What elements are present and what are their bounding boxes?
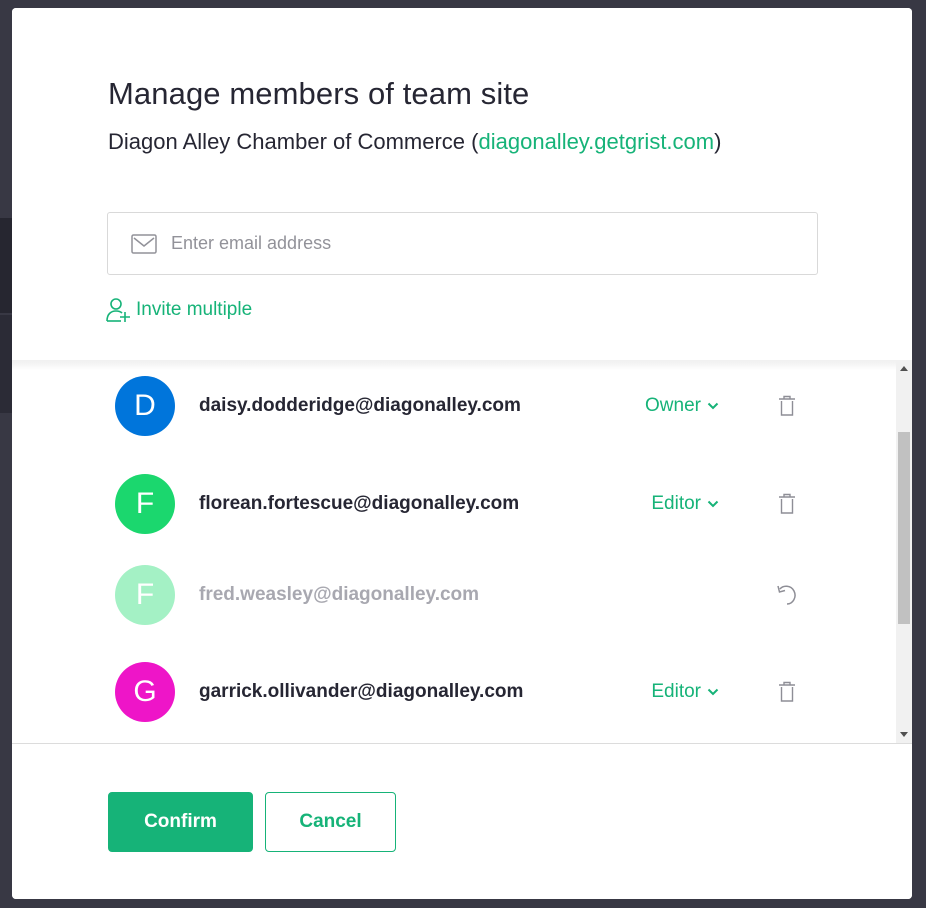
dialog-subtitle: Diagon Alley Chamber of Commerce (diagon… [108, 129, 721, 155]
member-row: F florean.fortescue@diagonalley.com Edit… [12, 464, 896, 544]
member-email: daisy.dodderidge@diagonalley.com [199, 395, 521, 416]
manage-members-dialog: Manage members of team site Diagon Alley… [12, 8, 912, 899]
mail-icon [131, 233, 157, 254]
org-name: Diagon Alley Chamber of Commerce [108, 129, 466, 154]
avatar: G [115, 662, 175, 722]
background-app-panel [0, 315, 12, 413]
member-email: fred.weasley@diagonalley.com [199, 584, 480, 605]
trash-icon[interactable] [777, 681, 797, 703]
email-input[interactable] [171, 233, 771, 254]
chevron-down-icon [707, 402, 719, 410]
role-label: Editor [651, 681, 701, 702]
invite-multiple-link[interactable]: Invite multiple [106, 297, 252, 323]
cancel-button[interactable]: Cancel [265, 792, 396, 852]
member-row: F fred.weasley@diagonalley.com [12, 555, 896, 635]
chevron-down-icon [707, 500, 719, 508]
paren-open: ( [465, 129, 479, 154]
trash-icon[interactable] [777, 493, 797, 515]
member-email: florean.fortescue@diagonalley.com [199, 493, 520, 514]
undo-icon[interactable] [775, 583, 799, 607]
chevron-down-icon [707, 688, 719, 696]
members-list: D daisy.dodderidge@diagonalley.com Owner… [12, 360, 912, 743]
dialog-footer: Confirm Cancel [12, 743, 912, 899]
scroll-down-arrow-icon[interactable] [900, 732, 908, 737]
background-app-panel [0, 218, 12, 313]
dialog-title: Manage members of team site [108, 76, 530, 111]
role-dropdown[interactable]: Editor [651, 681, 719, 703]
role-label: Owner [645, 395, 701, 416]
avatar: F [115, 565, 175, 625]
dialog-header: Manage members of team site Diagon Alley… [12, 8, 912, 360]
site-link[interactable]: diagonalley.getgrist.com [479, 129, 715, 154]
scroll-up-arrow-icon[interactable] [900, 366, 908, 371]
email-input-container[interactable] [107, 212, 818, 275]
avatar: F [115, 474, 175, 534]
role-label: Editor [651, 493, 701, 514]
member-email: garrick.ollivander@diagonalley.com [199, 681, 524, 702]
avatar: D [115, 376, 175, 436]
member-row: G garrick.ollivander@diagonalley.com Edi… [12, 652, 896, 732]
paren-close: ) [714, 129, 722, 154]
members-list-scrollbar[interactable] [896, 360, 912, 743]
role-dropdown[interactable]: Editor [651, 493, 719, 515]
member-row: D daisy.dodderidge@diagonalley.com Owner [12, 366, 896, 446]
scroll-thumb[interactable] [898, 432, 910, 624]
invite-multiple-label: Invite multiple [136, 299, 253, 320]
confirm-button[interactable]: Confirm [108, 792, 253, 852]
trash-icon[interactable] [777, 395, 797, 417]
add-user-icon [106, 298, 130, 322]
role-dropdown[interactable]: Owner [645, 395, 719, 417]
